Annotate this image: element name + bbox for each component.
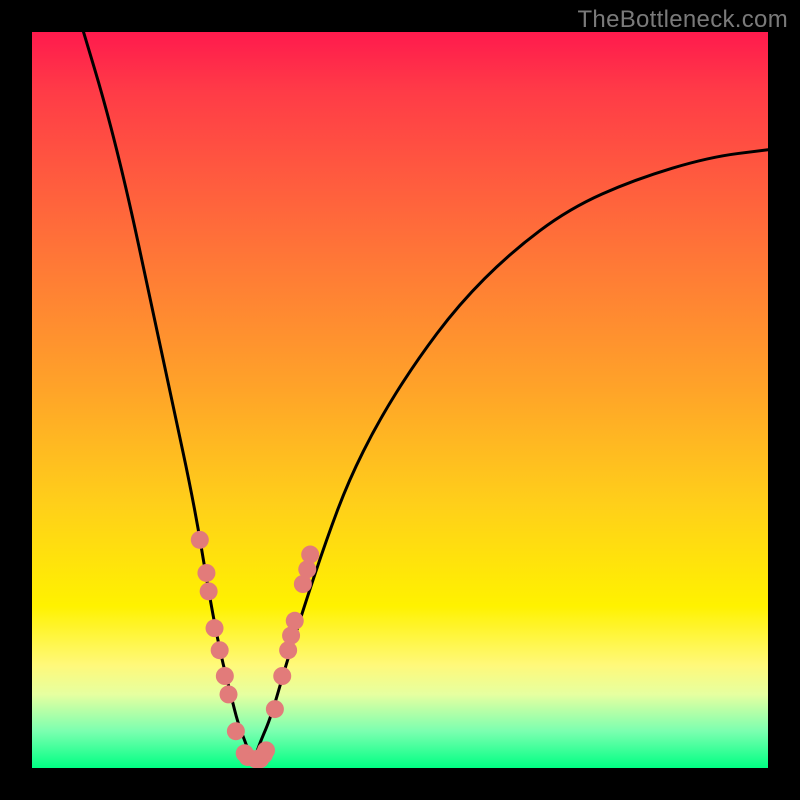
plot-area (32, 32, 768, 768)
data-point (191, 531, 209, 549)
data-point (286, 612, 304, 630)
data-point (197, 564, 215, 582)
data-point (206, 619, 224, 637)
data-point (227, 722, 245, 740)
data-point (301, 546, 319, 564)
data-point (273, 667, 291, 685)
data-point (211, 641, 229, 659)
watermark-label: TheBottleneck.com (577, 6, 788, 34)
bottleneck-curve (84, 32, 768, 758)
data-point (216, 667, 234, 685)
data-points (191, 531, 319, 768)
data-point (220, 685, 238, 703)
chart-svg (32, 32, 768, 768)
data-point (257, 741, 275, 759)
data-point (266, 700, 284, 718)
chart-frame: TheBottleneck.com (0, 0, 800, 800)
data-point (200, 582, 218, 600)
